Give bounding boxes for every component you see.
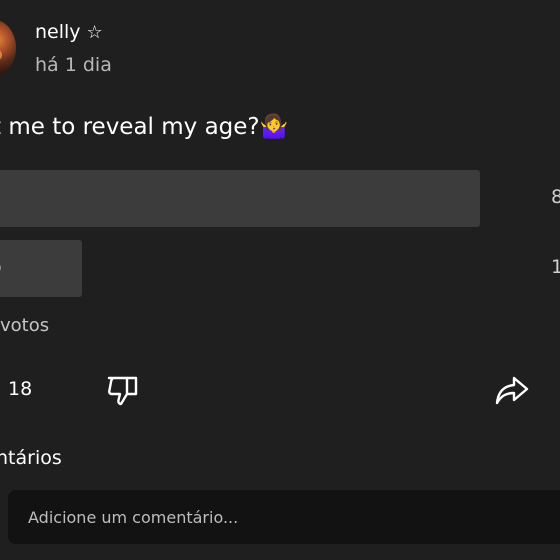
post-question: t me to reveal my age?🤷‍♀️ [0, 114, 289, 140]
poll-option-1-bar [0, 170, 480, 227]
comment-box[interactable] [8, 490, 560, 544]
comments-title: ntários [0, 447, 62, 469]
poll-option-2-bar [0, 240, 82, 297]
post-time: há 1 dia [35, 54, 112, 76]
author-avatar[interactable] [0, 20, 16, 76]
poll-option-2[interactable]: o [0, 240, 82, 297]
author-name[interactable]: nelly ☆ [35, 21, 103, 43]
like-count: 18 [8, 378, 33, 400]
share-icon [495, 376, 529, 405]
comment-input[interactable] [8, 490, 560, 544]
dislike-button[interactable] [105, 372, 141, 408]
share-button[interactable] [494, 372, 530, 408]
poll-option-2-label: o [0, 256, 2, 278]
star-icon: ☆ [86, 22, 103, 43]
poll-option-2-percent: 1 [551, 256, 560, 278]
thumbs-down-icon [107, 376, 138, 406]
poll-votes: votos [0, 315, 50, 336]
poll-option-1-percent: 8 [551, 186, 560, 208]
poll-option-1[interactable]: s [0, 170, 480, 227]
author-name-text: nelly [35, 21, 81, 43]
